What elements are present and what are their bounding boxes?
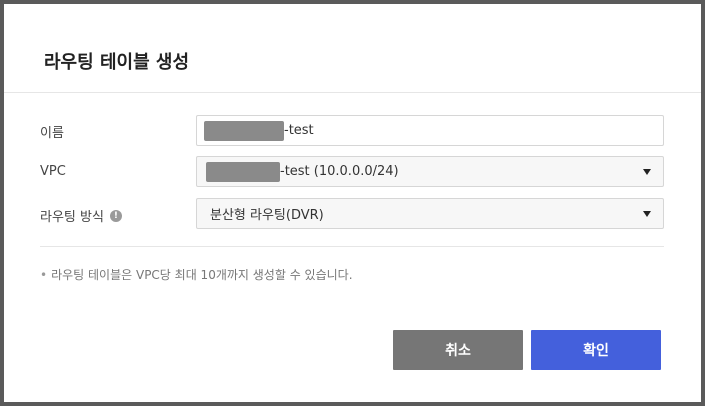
cancel-button[interactable]: 취소 bbox=[393, 330, 523, 370]
note-text: 라우팅 테이블은 VPC당 최대 10개까지 생성할 수 있습니다. bbox=[51, 268, 353, 282]
vpc-label: VPC bbox=[40, 164, 66, 179]
limit-note: • 라우팅 테이블은 VPC당 최대 10개까지 생성할 수 있습니다. bbox=[40, 266, 353, 283]
name-input[interactable]: -test bbox=[196, 115, 664, 146]
dialog-title: 라우팅 테이블 생성 bbox=[44, 52, 190, 73]
confirm-button[interactable]: 확인 bbox=[531, 330, 661, 370]
redacted-vpc-prefix bbox=[206, 161, 280, 182]
form-divider bbox=[40, 246, 664, 247]
routing-method-label-text: 라우팅 방식 bbox=[40, 210, 104, 225]
name-label-text: 이름 bbox=[40, 126, 64, 141]
note-bullet: • bbox=[40, 268, 48, 282]
routing-method-label: 라우팅 방식 ! bbox=[40, 206, 122, 225]
chevron-down-icon bbox=[643, 210, 651, 217]
info-icon[interactable]: ! bbox=[109, 209, 122, 222]
chevron-down-icon bbox=[643, 168, 651, 175]
redacted-name-prefix bbox=[204, 120, 284, 141]
vpc-label-text: VPC bbox=[40, 164, 66, 179]
vpc-select[interactable]: -test (10.0.0.0/24) bbox=[196, 156, 664, 187]
name-label: 이름 bbox=[40, 122, 64, 141]
title-divider bbox=[4, 92, 701, 93]
routing-method-select[interactable]: 분산형 라우팅(DVR) bbox=[196, 198, 664, 229]
name-input-value: -test bbox=[284, 123, 314, 138]
create-routing-table-dialog: 라우팅 테이블 생성 이름 -test VPC -test (10.0.0.0/… bbox=[4, 4, 701, 402]
routing-method-value: 분산형 라우팅(DVR) bbox=[210, 208, 324, 223]
vpc-select-value: -test (10.0.0.0/24) bbox=[280, 164, 399, 179]
